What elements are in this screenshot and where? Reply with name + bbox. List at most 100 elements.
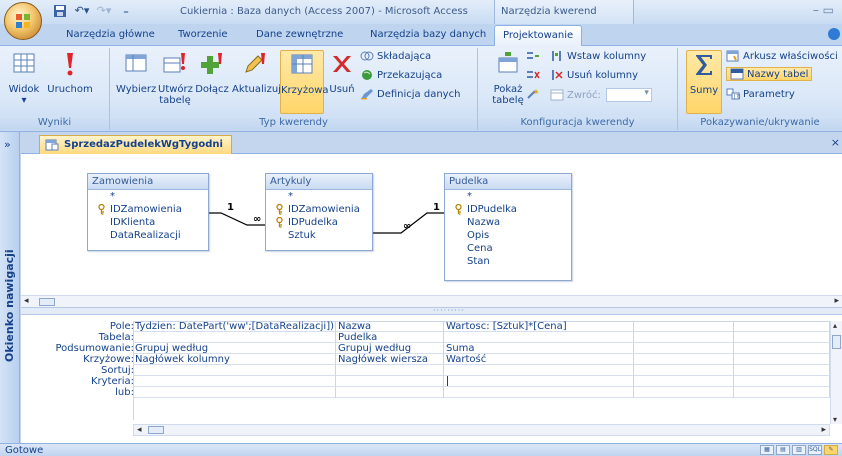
data-definition-button[interactable]: Definicja danych (360, 88, 460, 100)
field-all[interactable]: * (266, 190, 372, 203)
grid-cell[interactable]: Nazwa (336, 321, 444, 332)
office-button[interactable] (4, 2, 42, 40)
query-document-tab[interactable]: SprzedazPudelekWgTygodni (39, 135, 232, 154)
sql-view-icon[interactable]: SQL (808, 445, 822, 455)
diagram-horizontal-scrollbar[interactable]: ◂ ▸ (21, 295, 842, 307)
insert-rows-button[interactable] (526, 50, 540, 62)
grid-cell[interactable] (634, 365, 734, 376)
return-dropdown[interactable] (605, 88, 652, 102)
grid-cell[interactable]: Wartość (444, 354, 634, 365)
return-control[interactable]: Zwróć: (550, 88, 652, 102)
tab-external-data[interactable]: Dane zewnętrzne (256, 29, 343, 40)
grid-cell[interactable]: Nagłówek wiersza (336, 354, 444, 365)
delete-rows-button[interactable] (526, 69, 540, 81)
grid-cell[interactable] (634, 332, 734, 343)
insert-columns-button[interactable]: Wstaw kolumny (550, 50, 646, 62)
grid-cell[interactable] (734, 343, 830, 354)
grid-cell[interactable] (634, 343, 734, 354)
grid-horizontal-scrollbar[interactable]: ◂ ▸ (133, 424, 830, 436)
grid-cell[interactable] (444, 376, 634, 387)
scroll-left-icon[interactable]: ◂ (24, 296, 29, 306)
grid-cell[interactable] (336, 387, 444, 398)
grid-cell[interactable] (336, 376, 444, 387)
pivot-chart-view-icon[interactable]: ▥ (792, 445, 806, 455)
field-item[interactable]: IDKlienta (88, 216, 208, 229)
nav-expand-icon[interactable]: » (4, 138, 11, 151)
design-view-icon[interactable]: ✎ (824, 445, 838, 455)
field-item[interactable]: Opis (445, 229, 571, 242)
grid-cell[interactable]: Pudelka (336, 332, 444, 343)
scroll-left-icon[interactable]: ◂ (137, 425, 142, 435)
grid-cell[interactable] (634, 376, 734, 387)
grid-cell[interactable]: Tydzien: DatePart('ww';[DataRealizacji]) (133, 321, 336, 332)
help-icon[interactable] (828, 28, 840, 40)
datasheet-view-icon[interactable]: ▦ (760, 445, 774, 455)
view-button[interactable]: Widok ▾ (4, 50, 44, 106)
show-table-button[interactable]: Pokaż tabelę (492, 50, 524, 106)
scroll-thumb[interactable] (148, 426, 164, 434)
scroll-down-icon[interactable]: ▾ (833, 415, 837, 424)
scroll-thumb[interactable] (39, 298, 55, 306)
minimize-icon[interactable]: – ▭ (813, 3, 834, 17)
field-item[interactable]: Cena (445, 242, 571, 255)
field-item[interactable]: IDPudelka (445, 203, 571, 216)
grid-cell[interactable] (634, 387, 734, 398)
grid-cell[interactable] (634, 354, 734, 365)
field-item[interactable]: Nazwa (445, 216, 571, 229)
property-sheet-button[interactable]: Arkusz właściwości (726, 50, 838, 62)
save-icon[interactable] (52, 4, 68, 18)
field-all[interactable]: * (445, 190, 571, 203)
table-title[interactable]: Pudelka (445, 174, 571, 190)
grid-cell[interactable] (734, 387, 830, 398)
table-title[interactable]: Zamowienia (88, 174, 208, 190)
grid-cell[interactable] (734, 332, 830, 343)
run-button[interactable]: Uruchom (46, 50, 94, 95)
field-item[interactable]: Sztuk (266, 229, 372, 242)
grid-cell[interactable] (734, 321, 830, 332)
totals-button[interactable]: Sumy (686, 50, 722, 114)
table-title[interactable]: Artykuly (266, 174, 372, 190)
scroll-thumb[interactable] (832, 335, 841, 349)
table-names-button[interactable]: Nazwy tabel (726, 67, 813, 81)
grid-cell[interactable]: Grupuj według (133, 343, 336, 354)
append-button[interactable]: Dołącz (194, 50, 230, 95)
grid-cell[interactable] (444, 387, 634, 398)
grid-cell[interactable]: Suma (444, 343, 634, 354)
delete-query-button[interactable]: Usuń (326, 50, 358, 95)
pane-splitter[interactable]: ········· (21, 306, 842, 315)
customize-qat-icon[interactable]: ₌ (118, 4, 134, 18)
close-document-icon[interactable]: × (831, 136, 840, 149)
field-all[interactable]: * (88, 190, 208, 203)
field-item[interactable]: DataRealizacji (88, 229, 208, 242)
grid-cell[interactable]: Grupuj według (336, 343, 444, 354)
field-item[interactable]: IDPudelka (266, 216, 372, 229)
grid-cell[interactable]: Wartosc: [Sztuk]*[Cena] (444, 321, 634, 332)
grid-cell[interactable] (336, 365, 444, 376)
table-zamowienia[interactable]: Zamowienia * IDZamowienia IDKlienta Data… (87, 173, 209, 251)
grid-cell[interactable] (444, 332, 634, 343)
grid-cell[interactable] (133, 332, 336, 343)
undo-icon[interactable]: ↶▾ (74, 4, 90, 18)
grid-cell[interactable] (444, 365, 634, 376)
pivot-table-view-icon[interactable]: ▤ (776, 445, 790, 455)
select-query-button[interactable]: Wybierz (116, 50, 156, 95)
table-pudelka[interactable]: Pudelka * IDPudelka Nazwa Opis Cena Stan (444, 173, 572, 281)
builder-button[interactable] (526, 88, 540, 100)
grid-cell[interactable] (634, 321, 734, 332)
pass-through-button[interactable]: Przekazująca (360, 69, 442, 81)
grid-cell[interactable] (133, 387, 336, 398)
make-table-button[interactable]: Utwórz tabelę (158, 50, 193, 106)
navigation-pane[interactable]: » Okienko nawigacji (0, 132, 20, 443)
delete-columns-button[interactable]: Usuń kolumny (550, 69, 638, 81)
grid-cell[interactable] (133, 365, 336, 376)
grid-cell[interactable]: Nagłówek kolumny (133, 354, 336, 365)
grid-vertical-scrollbar[interactable]: ▴ ▾ (830, 321, 842, 424)
scroll-right-icon[interactable]: ▸ (834, 296, 839, 306)
parameters-button[interactable]: [?] Parametry (726, 88, 795, 100)
grid-cell[interactable] (734, 365, 830, 376)
grid-cell[interactable] (734, 376, 830, 387)
field-item[interactable]: Stan (445, 255, 571, 268)
tab-design[interactable]: Projektowanie (494, 25, 583, 46)
grid-cell[interactable] (133, 376, 336, 387)
scroll-right-icon[interactable]: ▸ (821, 425, 826, 435)
